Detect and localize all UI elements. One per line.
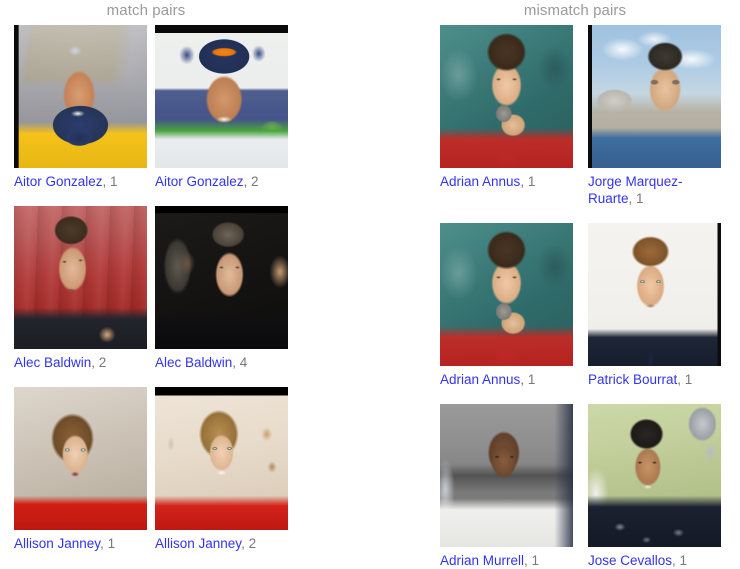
photo-allison-janney-1[interactable] bbox=[14, 387, 147, 530]
person-name-link[interactable]: Alec Baldwin bbox=[155, 355, 232, 370]
pair-cell: Jorge Marquez-Ruarte, 1 bbox=[588, 25, 729, 207]
photo-caption: Aitor Gonzalez, 2 bbox=[155, 173, 288, 190]
image-index: , 1 bbox=[102, 174, 118, 189]
photo-aitor-gonzalez-2[interactable] bbox=[155, 25, 288, 168]
photo-top-border-layer bbox=[155, 206, 288, 349]
pair-cell: Alec Baldwin, 2 bbox=[14, 206, 148, 371]
pair-cell: Allison Janney, 1 bbox=[14, 387, 148, 552]
image-index: , 2 bbox=[243, 174, 259, 189]
photo-caption: Adrian Annus, 1 bbox=[440, 371, 573, 388]
pair-cell: Aitor Gonzalez, 1 bbox=[14, 25, 148, 190]
person-name-link[interactable]: Adrian Annus bbox=[440, 372, 520, 387]
pair-cell: Adrian Annus, 1 bbox=[440, 223, 581, 388]
match-pairs-header: match pairs bbox=[106, 2, 186, 19]
image-index: , 1 bbox=[677, 372, 693, 387]
photo-adrian-annus-1[interactable] bbox=[440, 25, 573, 168]
pair-row: Adrian Murrell, 1 Jose Cevallos, 1 bbox=[432, 404, 740, 569]
image-index: , 1 bbox=[524, 553, 540, 568]
photo-caption: Adrian Murrell, 1 bbox=[440, 552, 573, 569]
photo-jorge-marquez-ruarte-1[interactable] bbox=[588, 25, 721, 168]
pair-cell: Allison Janney, 2 bbox=[155, 387, 296, 552]
image-index: , 1 bbox=[520, 372, 536, 387]
photo-left-border-layer bbox=[588, 25, 721, 168]
pair-cell: Adrian Murrell, 1 bbox=[440, 404, 581, 569]
image-index: , 1 bbox=[672, 553, 688, 568]
person-name-link[interactable]: Allison Janney bbox=[14, 536, 100, 551]
mismatch-pairs-column: mismatch pairs Adrian Annus, 1 Jorge Mar… bbox=[432, 0, 740, 569]
person-name-link[interactable]: Aitor Gonzalez bbox=[155, 174, 244, 189]
photo-alec-baldwin-2[interactable] bbox=[14, 206, 147, 349]
image-index: , 4 bbox=[232, 355, 248, 370]
match-pairs-column: match pairs Aitor Gonzalez, 1 Aitor Gonz… bbox=[0, 0, 432, 569]
photo-allison-janney-2[interactable] bbox=[155, 387, 288, 530]
photo-caption: Jose Cevallos, 1 bbox=[588, 552, 721, 569]
photo-hand-layer bbox=[14, 206, 147, 349]
photo-caption: Allison Janney, 2 bbox=[155, 535, 288, 552]
image-index: , 1 bbox=[520, 174, 536, 189]
photo-right-border-layer bbox=[588, 223, 721, 366]
pair-row: Aitor Gonzalez, 1 Aitor Gonzalez, 2 bbox=[0, 25, 432, 190]
photo-caption: Alec Baldwin, 4 bbox=[155, 354, 288, 371]
photo-jose-cevallos-1[interactable] bbox=[588, 404, 721, 547]
photo-mouth-layer bbox=[14, 387, 147, 530]
pair-row: Adrian Annus, 1 bbox=[432, 223, 740, 388]
mismatch-pairs-rows: Adrian Annus, 1 Jorge Marquez-Ruarte, 1 … bbox=[432, 22, 740, 569]
person-name-link[interactable]: Patrick Bourrat bbox=[588, 372, 677, 387]
pair-cell: Jose Cevallos, 1 bbox=[588, 404, 729, 569]
pair-row: Allison Janney, 1 Allison Janney, 2 bbox=[0, 387, 432, 552]
photo-caption: Patrick Bourrat, 1 bbox=[588, 371, 721, 388]
pair-cell: Patrick Bourrat, 1 bbox=[588, 223, 729, 388]
photo-adrian-murrell-1[interactable] bbox=[440, 404, 573, 547]
photo-alec-baldwin-4[interactable] bbox=[155, 206, 288, 349]
photo-caption: Alec Baldwin, 2 bbox=[14, 354, 147, 371]
person-name-link[interactable]: Adrian Murrell bbox=[440, 553, 524, 568]
pair-row: Alec Baldwin, 2 Alec Baldwin, 4 bbox=[0, 206, 432, 371]
photo-top-border-layer bbox=[155, 387, 288, 530]
person-name-link[interactable]: Aitor Gonzalez bbox=[14, 174, 103, 189]
photo-patrick-bourrat-1[interactable] bbox=[588, 223, 721, 366]
person-name-link[interactable]: Alec Baldwin bbox=[14, 355, 91, 370]
photo-aitor-gonzalez-1[interactable] bbox=[14, 25, 147, 168]
photo-caption: Aitor Gonzalez, 1 bbox=[14, 173, 147, 190]
photo-shot-put-layer bbox=[440, 223, 573, 366]
image-index: , 1 bbox=[100, 536, 116, 551]
face-pairs-figure: match pairs Aitor Gonzalez, 1 Aitor Gonz… bbox=[0, 0, 740, 568]
pair-row: Adrian Annus, 1 bbox=[432, 25, 740, 207]
photo-left-border-layer bbox=[14, 25, 147, 168]
photo-eyes-layer bbox=[440, 404, 573, 547]
match-pairs-rows: Aitor Gonzalez, 1 Aitor Gonzalez, 2 Alec… bbox=[0, 22, 432, 552]
mismatch-pairs-header: mismatch pairs bbox=[523, 2, 627, 19]
image-index: , 2 bbox=[241, 536, 257, 551]
image-index: , 1 bbox=[628, 191, 644, 206]
pair-columns: match pairs Aitor Gonzalez, 1 Aitor Gonz… bbox=[0, 0, 740, 569]
person-name-link[interactable]: Allison Janney bbox=[155, 536, 241, 551]
pair-cell: Aitor Gonzalez, 2 bbox=[155, 25, 296, 190]
photo-shot-put-layer bbox=[440, 25, 573, 168]
pair-cell: Alec Baldwin, 4 bbox=[155, 206, 296, 371]
image-index: , 2 bbox=[91, 355, 107, 370]
photo-smile-layer bbox=[588, 404, 721, 547]
photo-top-border-layer bbox=[155, 25, 288, 168]
photo-caption: Adrian Annus, 1 bbox=[440, 173, 573, 190]
photo-adrian-annus-1-repeat[interactable] bbox=[440, 223, 573, 366]
photo-caption: Allison Janney, 1 bbox=[14, 535, 147, 552]
person-name-link[interactable]: Adrian Annus bbox=[440, 174, 520, 189]
pair-cell: Adrian Annus, 1 bbox=[440, 25, 581, 207]
photo-caption: Jorge Marquez-Ruarte, 1 bbox=[588, 173, 721, 207]
person-name-link[interactable]: Jose Cevallos bbox=[588, 553, 672, 568]
